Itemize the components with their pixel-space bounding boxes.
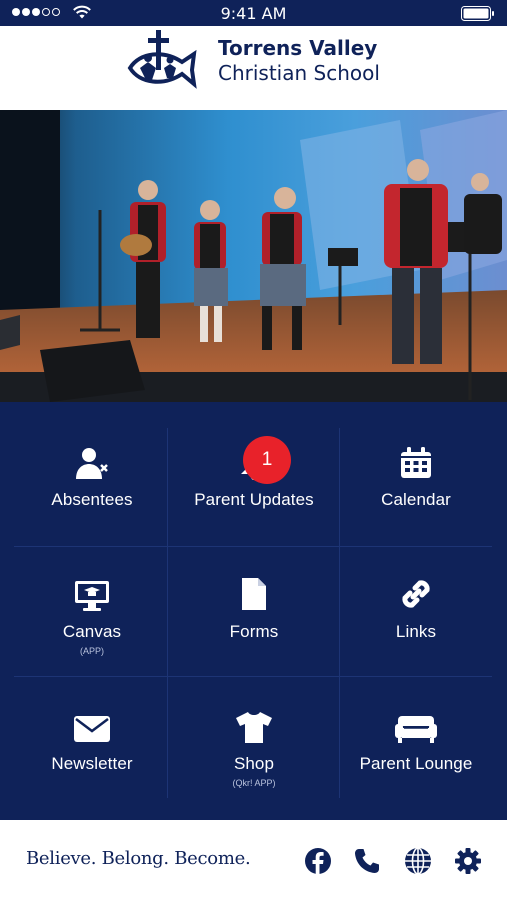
menu-item-label: Absentees [51,490,133,509]
menu-grid: Absentees Parent Updates 1 Calendar Canv… [0,402,507,820]
monitor-icon [12,572,172,612]
menu-item-sublabel: (Qkr! APP) [232,778,276,788]
footer-bar: Believe. Belong. Become. [0,820,507,900]
school-name: Torrens Valley Christian School [218,36,380,86]
hero-photo [0,110,507,402]
menu-item-label: Parent Lounge [359,754,473,773]
menu-item-label: Forms [229,622,279,641]
tshirt-icon [174,704,334,744]
school-motto: Believe. Belong. Become. [26,848,251,869]
menu-item-label: Links [395,622,437,641]
notification-badge: 1 [243,436,291,484]
grid-divider [14,676,492,677]
phone-icon[interactable] [352,846,382,876]
menu-item-links[interactable]: Links [336,572,496,642]
globe-icon[interactable] [403,846,433,876]
battery-icon [461,6,494,21]
menu-item-newsletter[interactable]: Newsletter [12,704,172,774]
facebook-icon[interactable] [303,846,333,876]
menu-item-absentees[interactable]: Absentees [12,440,172,510]
menu-item-shop[interactable]: Shop (Qkr! APP) [174,704,334,788]
menu-item-forms[interactable]: Forms [174,572,334,642]
menu-item-canvas[interactable]: Canvas (APP) [12,572,172,656]
document-icon [174,572,334,612]
envelope-icon [12,704,172,744]
school-name-line1: Torrens Valley [218,36,378,60]
menu-item-label: Newsletter [51,754,133,773]
sofa-icon [336,704,496,744]
menu-item-label: Shop [233,754,275,773]
grid-divider [14,546,492,547]
school-name-line2: Christian School [218,61,380,85]
app-header: Torrens Valley Christian School [0,26,507,110]
menu-item-label: Parent Updates [194,490,314,509]
menu-item-sublabel: (APP) [79,646,104,656]
menu-item-label: Canvas [62,622,122,641]
status-time: 9:41 AM [220,4,287,23]
menu-item-calendar[interactable]: Calendar [336,440,496,510]
menu-item-parent-lounge[interactable]: Parent Lounge [336,704,496,774]
school-logo [127,30,197,89]
link-icon [336,572,496,612]
gear-icon[interactable] [453,846,483,876]
calendar-icon [336,440,496,480]
user-x-icon [12,440,172,480]
menu-item-label: Calendar [381,490,451,509]
status-bar: 9:41 AM [0,0,507,26]
